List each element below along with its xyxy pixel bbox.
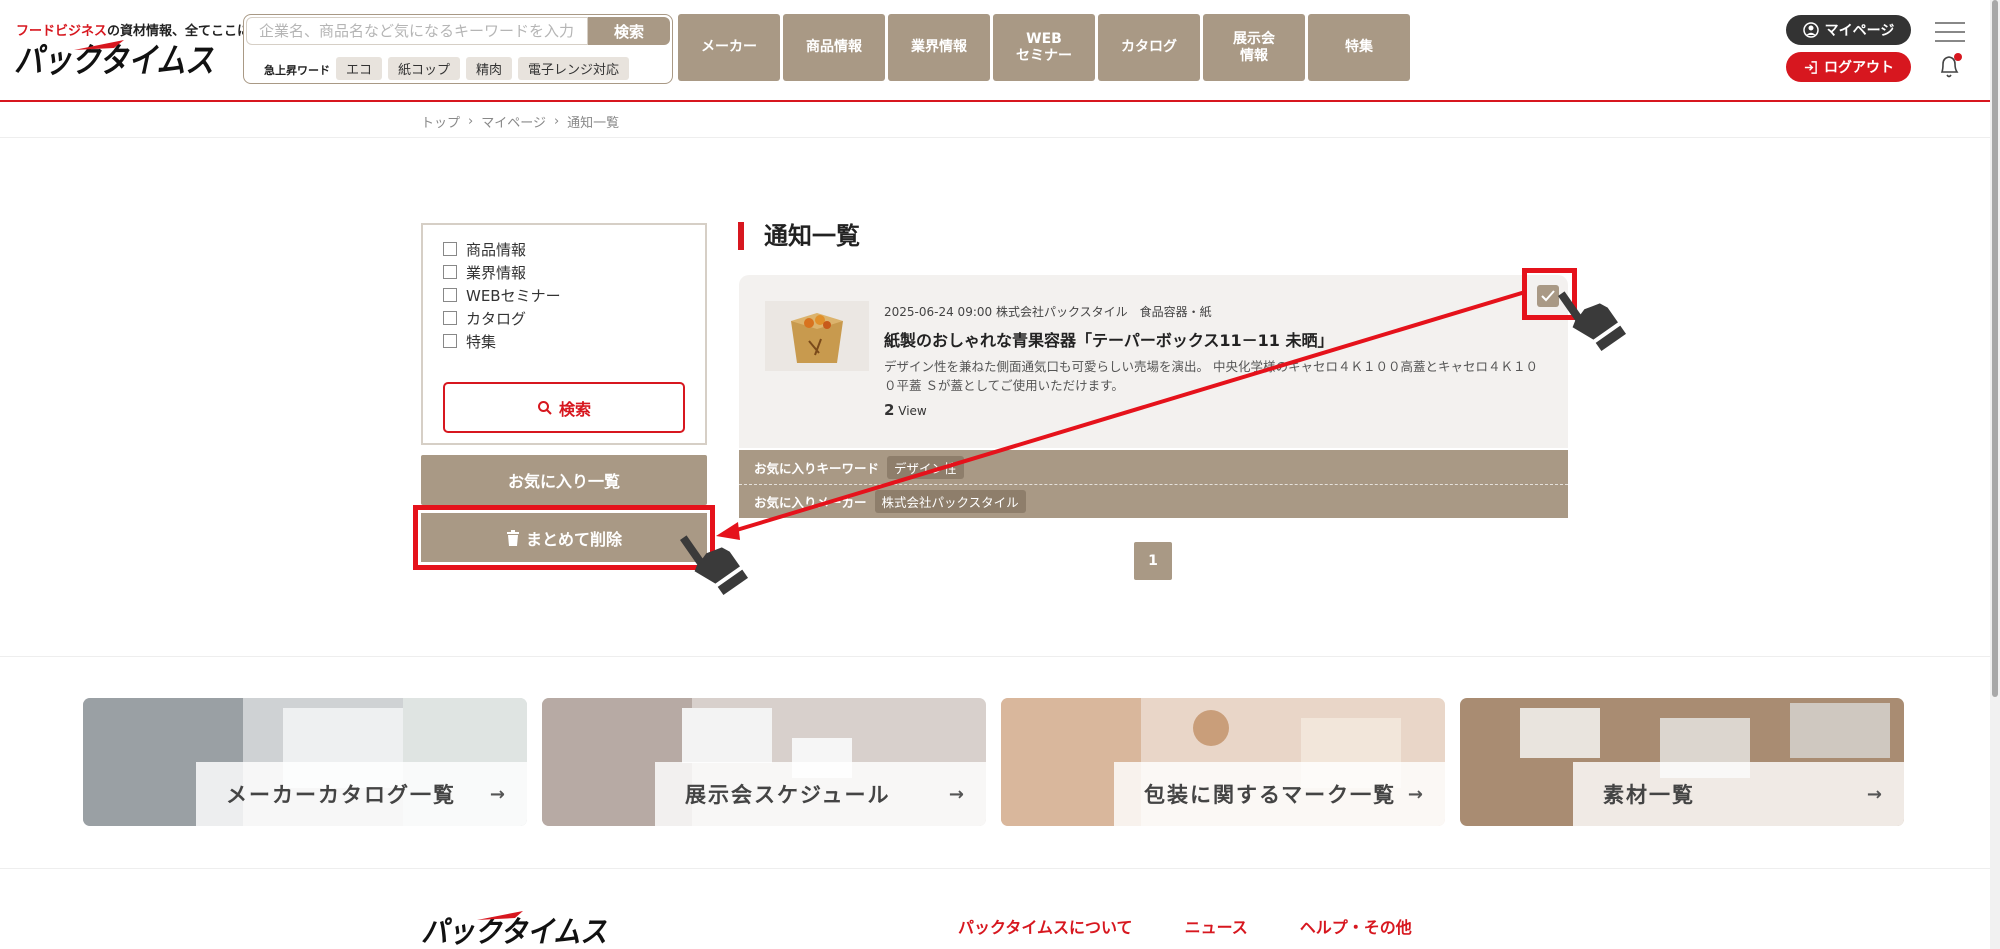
user-icon <box>1802 22 1819 38</box>
arrow-right-icon: → <box>1866 783 1882 805</box>
favorite-maker-label: お気に入りメーカー <box>754 494 867 510</box>
pagination-page-1[interactable]: 1 <box>1134 542 1172 580</box>
trending-tag[interactable]: エコ <box>336 57 383 80</box>
nav-feature[interactable]: 特集 <box>1308 14 1410 81</box>
mypage-button[interactable]: マイページ <box>1786 15 1911 45</box>
checkbox[interactable] <box>443 288 457 302</box>
arrow-head-icon <box>716 522 740 540</box>
chevron-right-icon: › <box>468 114 474 129</box>
filter-catalog[interactable]: カタログ <box>443 309 561 328</box>
bell-icon[interactable] <box>1937 52 1963 80</box>
logout-label: ログアウト <box>1824 60 1894 76</box>
trending-tag[interactable]: 電子レンジ対応 <box>518 57 630 80</box>
arrow-right-icon: → <box>489 783 505 805</box>
filter-search-button[interactable]: 検索 <box>443 382 685 433</box>
trending-tag[interactable]: 紙コップ <box>388 57 461 80</box>
hamburger-menu-icon[interactable] <box>1935 22 1965 42</box>
trending-tag[interactable]: 精肉 <box>466 57 513 80</box>
nav-products[interactable]: 商品情報 <box>783 14 885 81</box>
filter-web-seminar[interactable]: WEBセミナー <box>443 286 561 305</box>
favorite-maker-tag[interactable]: 株式会社パックスタイル <box>874 489 1026 513</box>
logout-button[interactable]: ログアウト <box>1786 52 1911 82</box>
scrollbar-thumb[interactable] <box>1992 0 1998 697</box>
filter-industry[interactable]: 業界情報 <box>443 263 561 282</box>
checkbox[interactable] <box>443 311 457 325</box>
nav-catalog[interactable]: カタログ <box>1098 14 1200 81</box>
checkbox[interactable] <box>443 265 457 279</box>
nav-exhibition[interactable]: 展示会 情報 <box>1203 14 1305 81</box>
view-count-label: View <box>898 404 927 418</box>
main-nav: メーカー 商品情報 業界情報 WEB セミナー カタログ 展示会 情報 特集 <box>678 14 1410 81</box>
banner-exhibition[interactable]: 展示会スケジュール → <box>542 698 986 826</box>
filter-feature[interactable]: 特集 <box>443 332 561 351</box>
footer-logo-text: パックタイムス <box>421 915 607 949</box>
divider <box>739 484 1568 485</box>
chevron-right-icon: › <box>553 114 560 129</box>
footer-links: パックタイムスについて ニュース ヘルプ・その他 <box>958 914 1464 938</box>
favorites-list-button[interactable]: お気に入り一覧 <box>421 455 707 505</box>
favorite-keyword-row: お気に入りキーワード デザイン性 <box>754 452 964 482</box>
filter-products[interactable]: 商品情報 <box>443 240 561 259</box>
checkbox[interactable] <box>443 242 457 256</box>
search-box: 検索 急上昇ワード エコ 紙コップ 精肉 電子レンジ対応 <box>243 14 673 84</box>
banner-label: 展示会スケジュール → <box>655 762 986 826</box>
search-button[interactable]: 検索 <box>588 17 670 45</box>
banner-label: メーカーカタログ一覧 → <box>196 762 527 826</box>
search-icon <box>537 400 552 415</box>
banner-packaging-marks[interactable]: 包装に関するマーク一覧 → <box>1001 698 1445 826</box>
footer-logo[interactable]: パックタイムス <box>421 908 611 949</box>
footer-link-about[interactable]: パックタイムスについて <box>958 914 1133 938</box>
arrow-right-icon: → <box>948 783 964 805</box>
divider <box>0 868 1990 869</box>
arrow-right-icon: → <box>1407 783 1423 805</box>
nav-industry[interactable]: 業界情報 <box>888 14 990 81</box>
divider <box>0 137 1990 138</box>
breadcrumb: トップ › マイページ › 通知一覧 <box>421 112 619 131</box>
footer-link-help[interactable]: ヘルプ・その他 <box>1300 914 1412 938</box>
banner-label: 包装に関するマーク一覧 → <box>1114 762 1445 826</box>
mypage-label: マイページ <box>1824 23 1895 39</box>
favorite-maker-row: お気に入りメーカー 株式会社パックスタイル <box>754 486 1026 516</box>
logout-icon <box>1804 60 1817 74</box>
nav-web-seminar[interactable]: WEB セミナー <box>993 14 1095 81</box>
banner-row: メーカーカタログ一覧 → 展示会スケジュール → 包装に関するマーク一覧 → 素材一覧… <box>83 698 1904 826</box>
trending-tags: エコ 紙コップ 精肉 電子レンジ対応 <box>336 57 630 80</box>
site-header: フードビジネスの資材情報、全てここに パックタイムス 検索 急上昇ワード エコ … <box>0 0 1990 102</box>
notification-meta: 2025-06-24 09:00 株式会社パックスタイル 食品容器・紙 <box>884 305 1212 319</box>
notification-description: デザイン性を兼ねた側面通気口も可愛らしい売場を演出。 中央化学様のキャセロ４Ｋ１… <box>884 359 1538 393</box>
banner-materials[interactable]: 素材一覧 → <box>1460 698 1904 826</box>
breadcrumb-mypage[interactable]: マイページ <box>481 112 546 131</box>
footer-link-news[interactable]: ニュース <box>1185 914 1248 938</box>
breadcrumb-current: 通知一覧 <box>567 116 620 131</box>
favorite-keyword-tag[interactable]: デザイン性 <box>887 455 964 479</box>
site-logo[interactable]: パックタイムス <box>14 36 219 80</box>
view-count-number: 2 <box>884 401 895 419</box>
checkbox[interactable] <box>443 334 457 348</box>
nav-maker[interactable]: メーカー <box>678 14 780 81</box>
scrollbar[interactable] <box>1990 0 2000 949</box>
notification-title[interactable]: 紙製のおしゃれな青果容器「テーパーボックス11－11 未晒」 <box>884 327 1333 351</box>
banner-maker-catalog[interactable]: メーカーカタログ一覧 → <box>83 698 527 826</box>
notification-item[interactable]: 2025-06-24 09:00 株式会社パックスタイル 食品容器・紙 紙製のお… <box>739 275 1568 448</box>
search-input[interactable] <box>246 17 588 45</box>
breadcrumb-top[interactable]: トップ <box>421 112 460 131</box>
trending-label: 急上昇ワード <box>264 64 330 77</box>
view-count: 2 View <box>884 401 927 419</box>
banner-label: 素材一覧 → <box>1573 762 1904 826</box>
annotation-highlight-box <box>1522 268 1577 320</box>
annotation-highlight-box <box>413 505 715 570</box>
favorite-tags: お気に入りキーワード デザイン性 お気に入りメーカー 株式会社パックスタイル <box>739 450 1568 518</box>
favorite-keyword-label: お気に入りキーワード <box>754 460 880 476</box>
category-filter: 商品情報 業界情報 WEBセミナー カタログ 特集 検索 <box>421 223 707 445</box>
divider <box>0 656 1990 657</box>
page-title: 通知一覧 <box>738 222 860 250</box>
product-thumbnail[interactable] <box>765 301 869 371</box>
